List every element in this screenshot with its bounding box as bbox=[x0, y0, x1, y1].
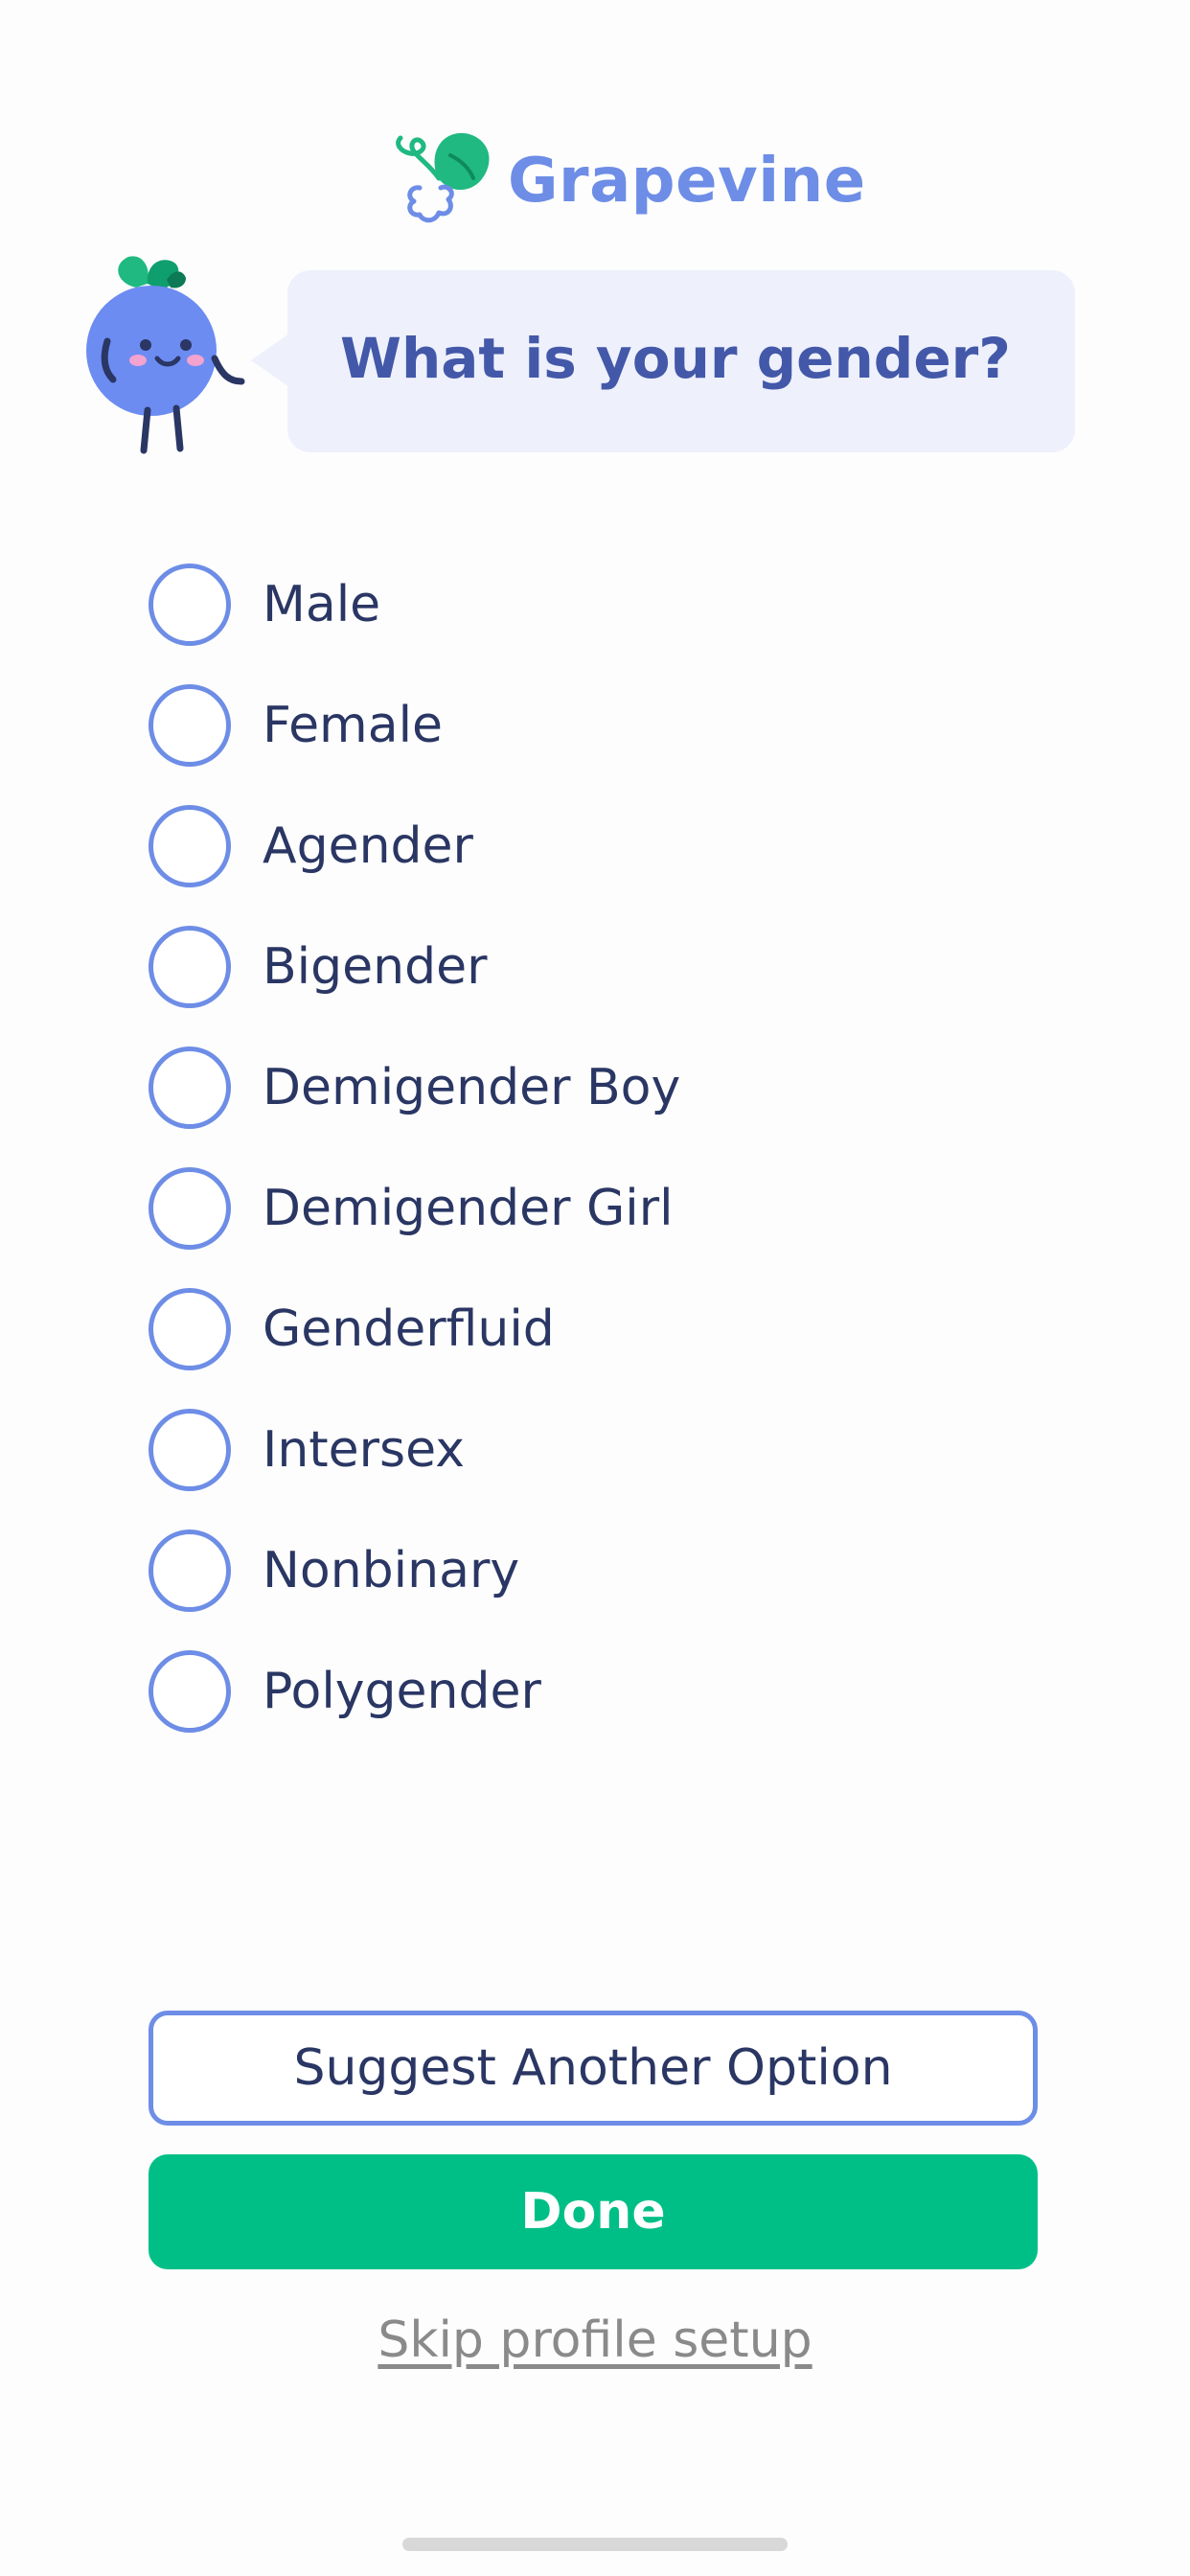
option-polygender[interactable]: Polygender bbox=[149, 1631, 1011, 1752]
radio-unchecked-icon[interactable] bbox=[149, 805, 231, 887]
radio-unchecked-icon[interactable] bbox=[149, 1409, 231, 1491]
option-label: Demigender Boy bbox=[263, 1059, 681, 1116]
gender-options-list: Male Female Agender Bigender Demigender … bbox=[149, 544, 1011, 1752]
radio-unchecked-icon[interactable] bbox=[149, 926, 231, 1008]
radio-unchecked-icon[interactable] bbox=[149, 1167, 231, 1250]
option-label: Nonbinary bbox=[263, 1542, 520, 1599]
option-female[interactable]: Female bbox=[149, 665, 1011, 786]
app-logo: Grapevine bbox=[381, 117, 865, 224]
suggest-another-option-button[interactable]: Suggest Another Option bbox=[149, 2011, 1038, 2126]
option-male[interactable]: Male bbox=[149, 544, 1011, 665]
radio-unchecked-icon[interactable] bbox=[149, 564, 231, 646]
radio-unchecked-icon[interactable] bbox=[149, 1650, 231, 1733]
speech-bubble-tail bbox=[251, 334, 289, 387]
option-agender[interactable]: Agender bbox=[149, 786, 1011, 907]
option-demigender-boy[interactable]: Demigender Boy bbox=[149, 1027, 1011, 1148]
option-label: Polygender bbox=[263, 1663, 541, 1720]
radio-unchecked-icon[interactable] bbox=[149, 684, 231, 767]
done-button[interactable]: Done bbox=[149, 2154, 1038, 2269]
option-genderfluid[interactable]: Genderfluid bbox=[149, 1269, 1011, 1390]
question-title: What is your gender? bbox=[340, 326, 1011, 391]
option-label: Demigender Girl bbox=[263, 1180, 674, 1237]
option-demigender-girl[interactable]: Demigender Girl bbox=[149, 1148, 1011, 1269]
option-label: Bigender bbox=[263, 938, 488, 996]
option-bigender[interactable]: Bigender bbox=[149, 907, 1011, 1027]
radio-unchecked-icon[interactable] bbox=[149, 1288, 231, 1370]
option-label: Intersex bbox=[263, 1421, 465, 1479]
radio-unchecked-icon[interactable] bbox=[149, 1530, 231, 1612]
skip-profile-setup-link[interactable]: Skip profile setup bbox=[0, 2312, 1190, 2369]
option-label: Male bbox=[263, 576, 381, 633]
brand-name: Grapevine bbox=[508, 146, 866, 217]
grapevine-logo-icon bbox=[396, 132, 490, 223]
blueberry-mascot-icon bbox=[79, 245, 251, 456]
option-nonbinary[interactable]: Nonbinary bbox=[149, 1510, 1011, 1631]
option-label: Genderfluid bbox=[263, 1300, 555, 1358]
option-label: Female bbox=[263, 697, 444, 754]
option-label: Agender bbox=[263, 817, 473, 875]
option-intersex[interactable]: Intersex bbox=[149, 1390, 1011, 1510]
home-indicator[interactable] bbox=[402, 2538, 788, 2551]
radio-unchecked-icon[interactable] bbox=[149, 1046, 231, 1129]
